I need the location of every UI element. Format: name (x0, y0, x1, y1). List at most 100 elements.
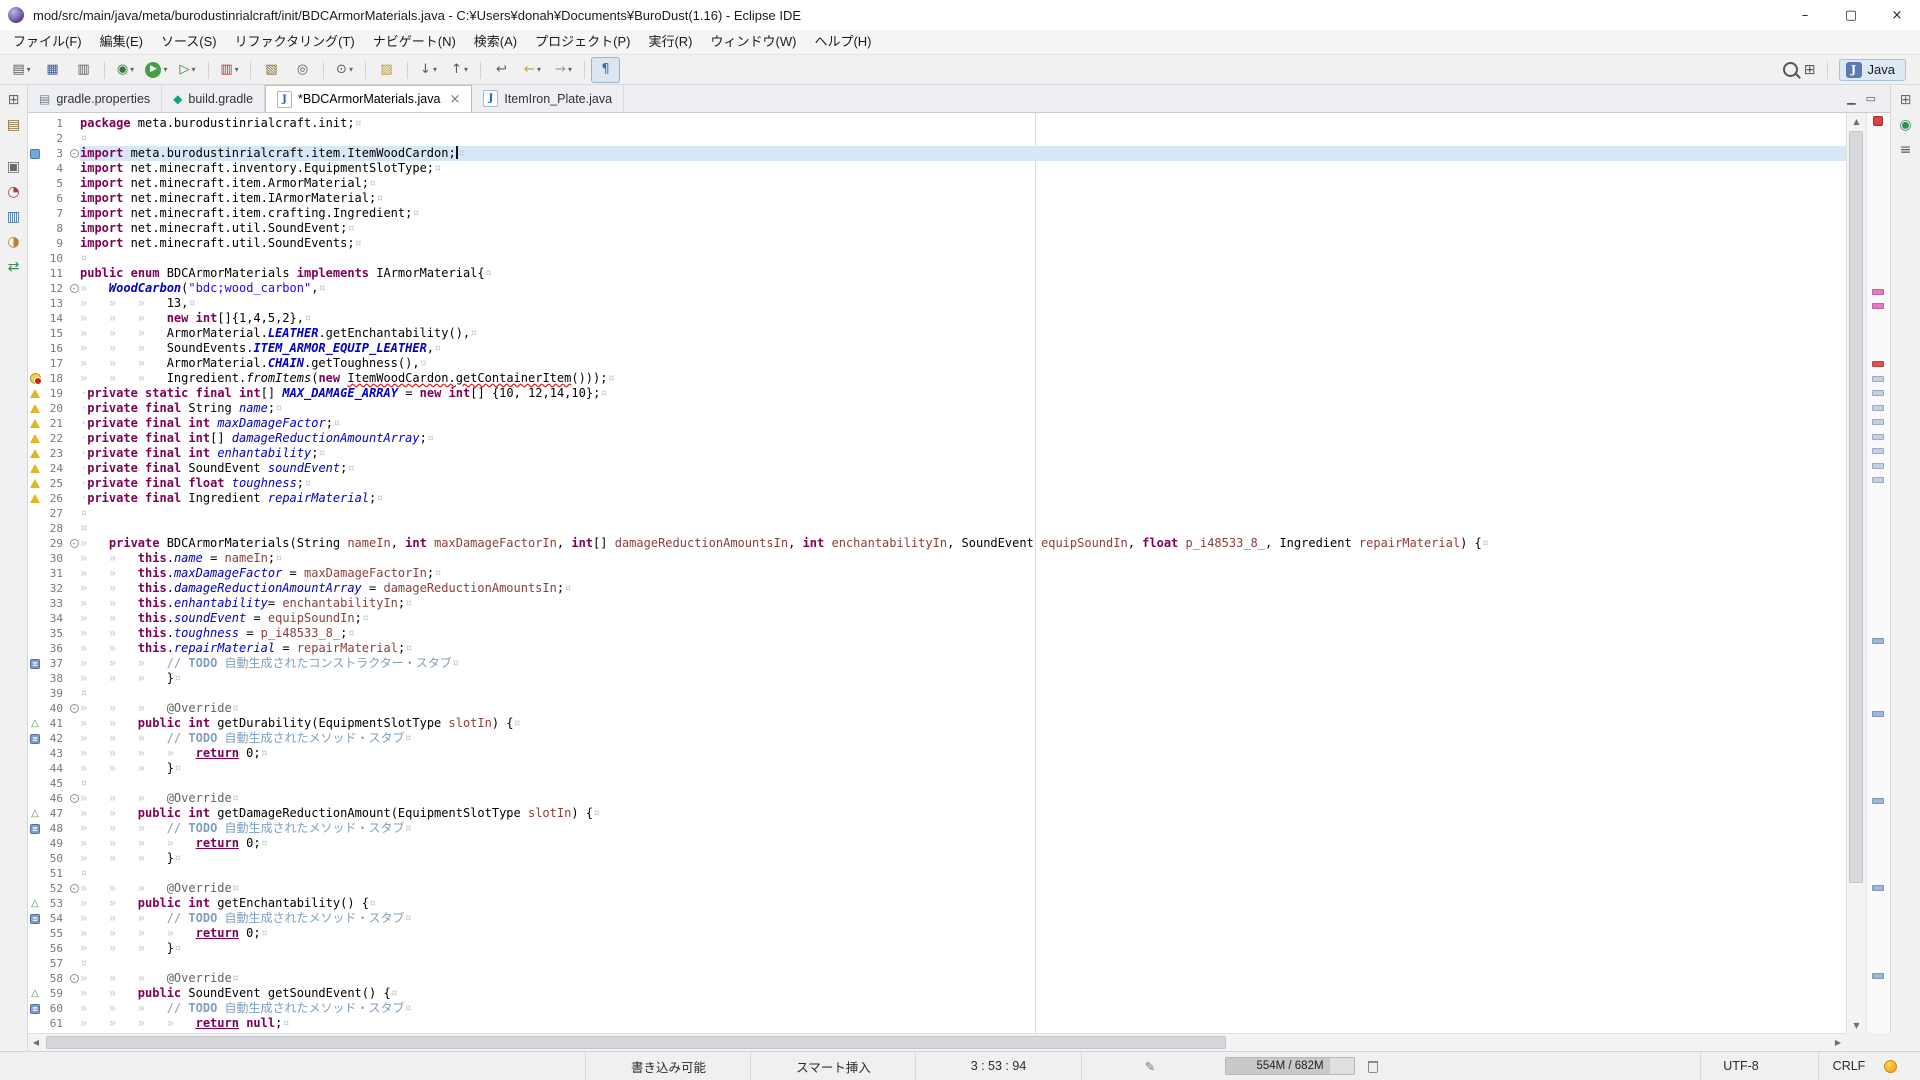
overview-marker[interactable] (1872, 448, 1884, 454)
synchronize-view-icon[interactable]: ⇄ (4, 257, 24, 277)
code-text[interactable]: package meta.burodustinrialcraft.init;¤ (80, 116, 1846, 131)
new-wizard-button[interactable]: ▤▾ (7, 57, 36, 83)
code-text[interactable]: » » » ArmorMaterial.CHAIN.getToughness()… (80, 356, 1846, 371)
task-marker-icon[interactable]: ≡ (30, 734, 40, 744)
close-tab-icon[interactable]: × (449, 92, 460, 107)
outline-view-icon[interactable]: ≡ (1896, 140, 1916, 160)
scroll-up-arrow[interactable]: ▲ (1847, 113, 1866, 129)
gradle-tasks-icon[interactable]: ◉ (1896, 115, 1916, 135)
impl-marker-icon[interactable]: △ (31, 989, 39, 999)
code-text[interactable]: ·private final Ingredient repairMaterial… (80, 491, 1846, 506)
code-text[interactable]: import meta.burodustinrialcraft.item.Ite… (80, 146, 1846, 161)
horizontal-scrollbar-thumb[interactable] (46, 1036, 1226, 1049)
editor-tab[interactable]: ▤gradle.properties (28, 85, 162, 112)
code-text[interactable]: » » this.toughness = p_i48533_8_;¤ (80, 626, 1846, 641)
scroll-down-arrow[interactable]: ▼ (1847, 1017, 1866, 1033)
overview-marker[interactable] (1872, 711, 1884, 717)
code-text[interactable]: » » » » return 0;¤ (80, 746, 1846, 761)
horizontal-scrollbar[interactable]: ◀ ▶ (28, 1033, 1846, 1051)
overview-marker[interactable] (1872, 798, 1884, 804)
code-text[interactable]: » » this.maxDamageFactor = maxDamageFact… (80, 566, 1846, 581)
search-icon[interactable] (1783, 62, 1798, 77)
code-text[interactable]: » » public int getDamageReductionAmount(… (80, 806, 1846, 821)
menu-item[interactable]: リファクタリング(T) (226, 30, 364, 54)
code-text[interactable]: » » » // TODO 自動生成されたメソッド・スタブ¤ (80, 821, 1846, 836)
code-text[interactable]: » » » » return 0;¤ (80, 836, 1846, 851)
code-text[interactable]: ¤ (80, 131, 1846, 146)
warning-marker-icon[interactable] (30, 419, 40, 428)
collapse-icon[interactable]: - (70, 149, 79, 158)
restore-pane-icon[interactable]: ⊞ (4, 90, 24, 110)
impl-marker-icon[interactable]: △ (31, 719, 39, 729)
menu-item[interactable]: 編集(E) (91, 30, 152, 54)
collapse-icon[interactable]: - (70, 794, 79, 803)
code-editor[interactable]: 1package meta.burodustinrialcraft.init;¤… (28, 113, 1846, 1033)
scroll-left-arrow[interactable]: ◀ (28, 1034, 44, 1051)
code-text[interactable]: » » » » return 0;¤ (80, 926, 1846, 941)
overview-marker[interactable] (1872, 390, 1884, 396)
code-text[interactable]: » » » // TODO 自動生成されたメソッド・スタブ¤ (80, 731, 1846, 746)
code-text[interactable]: » » » }¤ (80, 761, 1846, 776)
last-edit-location-button[interactable]: ↩ (487, 57, 516, 83)
code-text[interactable]: » » » @Override¤ (80, 701, 1846, 716)
vertical-scrollbar[interactable]: ▲ ▼ (1846, 113, 1866, 1033)
run-button[interactable]: ▶▾ (142, 57, 171, 83)
task-marker-icon[interactable]: ≡ (30, 914, 40, 924)
code-text[interactable]: » » » // TODO 自動生成されたコンストラクター・スタブ¤ (80, 656, 1846, 671)
new-java-project-button[interactable]: ▧ (257, 57, 286, 83)
code-text[interactable]: » » » @Override¤ (80, 881, 1846, 896)
package-explorer-icon[interactable]: ▤ (4, 115, 24, 135)
code-text[interactable]: ¤ (80, 506, 1846, 521)
coverage-button[interactable]: ▥▾ (215, 57, 244, 83)
close-button[interactable]: × (1874, 0, 1920, 30)
overview-marker[interactable] (1872, 289, 1884, 295)
overview-marker[interactable] (1872, 405, 1884, 411)
editor-tab[interactable]: JItemIron_Plate.java (472, 85, 624, 112)
code-text[interactable]: ·private static final int[] MAX_DAMAGE_A… (80, 386, 1846, 401)
code-text[interactable]: public enum BDCArmorMaterials implements… (80, 266, 1846, 281)
warning-marker-icon[interactable] (30, 434, 40, 443)
overview-marker[interactable] (1872, 638, 1884, 644)
code-text[interactable]: » » » // TODO 自動生成されたメソッド・スタブ¤ (80, 1001, 1846, 1016)
menu-item[interactable]: プロジェクト(P) (526, 30, 639, 54)
bookmark-marker-icon[interactable] (30, 149, 40, 159)
next-annotation-button[interactable]: ↓▾ (414, 57, 443, 83)
code-text[interactable]: ¤ (80, 776, 1846, 791)
overview-marker[interactable] (1872, 973, 1884, 979)
menu-item[interactable]: ソース(S) (152, 30, 226, 54)
collapse-icon[interactable]: - (70, 974, 79, 983)
git-staging-icon[interactable]: ◑ (4, 232, 24, 252)
error-marker-icon[interactable] (30, 373, 41, 384)
minimize-button[interactable]: – (1782, 0, 1828, 30)
impl-marker-icon[interactable]: △ (31, 899, 39, 909)
progress-view-icon[interactable]: ◔ (4, 182, 24, 202)
menu-item[interactable]: ファイル(F) (4, 30, 91, 54)
code-text[interactable]: » » » }¤ (80, 671, 1846, 686)
console-view-icon[interactable]: ▥ (4, 207, 24, 227)
vertical-scrollbar-thumb[interactable] (1849, 131, 1863, 883)
code-text[interactable]: » private BDCArmorMaterials(String nameI… (80, 536, 1846, 551)
code-text[interactable]: import net.minecraft.inventory.Equipment… (80, 161, 1846, 176)
code-text[interactable]: import net.minecraft.item.IArmorMaterial… (80, 191, 1846, 206)
overview-marker[interactable] (1872, 885, 1884, 891)
error-indicator-icon[interactable] (1873, 116, 1883, 126)
task-marker-icon[interactable]: ≡ (30, 824, 40, 834)
show-whitespace-button[interactable]: ¶ (591, 57, 620, 83)
code-text[interactable]: ¤ (80, 866, 1846, 881)
previous-annotation-button[interactable]: ↑▾ (445, 57, 474, 83)
overview-marker[interactable] (1872, 463, 1884, 469)
code-text[interactable]: » WoodCarbon("bdc;wood_carbon",¤ (80, 281, 1846, 296)
code-text[interactable]: » » » @Override¤ (80, 791, 1846, 806)
maximize-view-button[interactable]: ▭ (1866, 92, 1876, 105)
editor-tab[interactable]: ◆build.gradle (162, 85, 265, 112)
code-text[interactable]: ¤ (80, 956, 1846, 971)
maximize-button[interactable]: ▢ (1828, 0, 1874, 30)
problems-view-icon[interactable]: ▣ (4, 157, 24, 177)
editor-tab[interactable]: J*BDCArmorMaterials.java× (265, 85, 472, 112)
task-marker-icon[interactable]: ≡ (30, 1004, 40, 1014)
overview-marker[interactable] (1872, 477, 1884, 483)
code-text[interactable]: » » this.name = nameIn;¤ (80, 551, 1846, 566)
code-text[interactable]: ¤ (80, 251, 1846, 266)
debug-button[interactable]: ◉▾ (111, 57, 140, 83)
java-perspective-button[interactable]: J Java (1839, 59, 1906, 81)
